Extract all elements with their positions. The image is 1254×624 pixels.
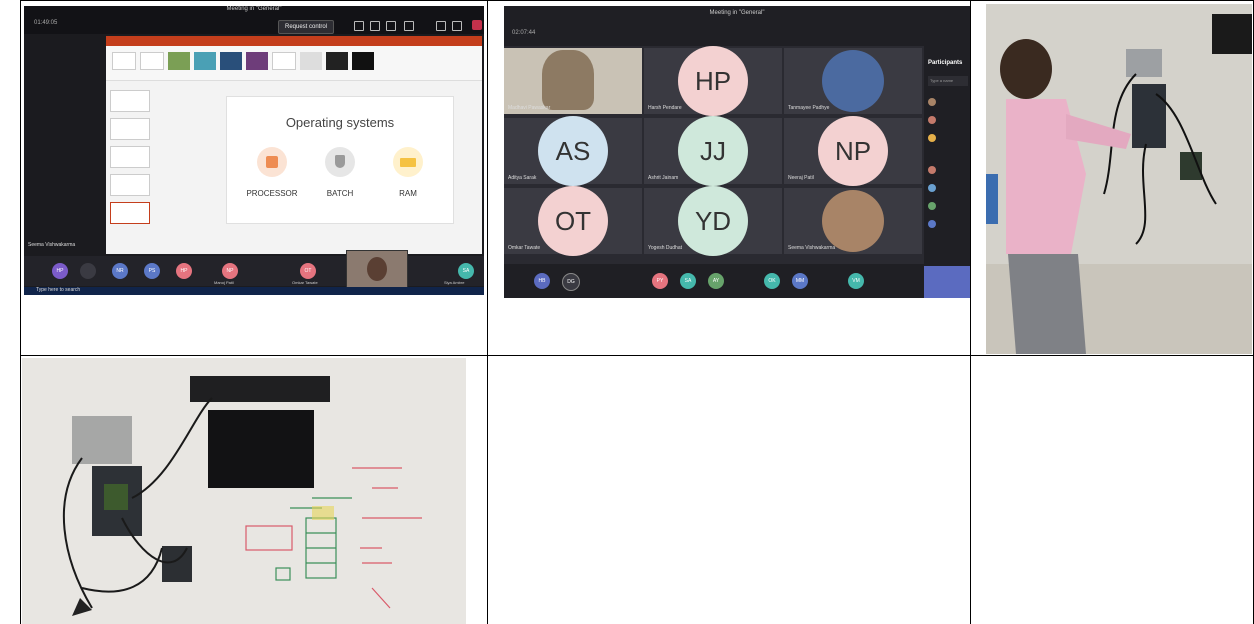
chat-icon[interactable] [370,21,380,31]
processor-icon [257,147,287,177]
tile-name: Aditya Sarak [508,175,537,181]
avatar: PY [652,273,668,289]
slide-label: PROCESSOR [246,189,298,198]
tile-name: Omkar Tawate [508,245,541,251]
video-tile: JJ Ashrit Jainam [644,116,782,186]
raise-hand-icon[interactable] [386,21,396,31]
video-tile [346,250,408,288]
initials-avatar: HP [678,46,748,116]
tile-name: Yogesh Dudhat [648,245,683,251]
avatar: NP [222,263,238,279]
participants-panel: Participants Type a name [924,46,970,298]
video-tile: HP Harsh Pendare [644,46,782,116]
avatar: OT [300,263,316,279]
presenter-name: Seema Vishwakarma [28,242,76,248]
grid-line [970,0,971,624]
more-icon[interactable] [404,21,414,31]
meeting-title: Meeting in "General" [226,6,282,12]
video-tile: AS Aditya Sarak [504,116,642,186]
ppt-titlebar [106,36,482,46]
video-tile: NP Neeraj Patil [784,116,922,186]
meeting-toolbar: Meeting in "General" 02:07:44 [504,6,970,46]
tile-name: Madhavi Pawaskar [508,105,551,111]
ppt-ribbon [106,46,482,81]
participants-header: Participants [928,60,963,66]
meeting-timer: 02:07:44 [512,30,536,36]
photo-instructor-at-wall [986,4,1252,354]
tile-name: Ashrit Jainam [648,175,679,181]
camera-icon[interactable] [436,21,446,31]
shield-icon [325,147,355,177]
video-tile: Madhavi Pawaskar [504,48,642,114]
avatar: NR [112,263,128,279]
avatar: SA [680,273,696,289]
initials-avatar: AS [538,116,608,186]
avatar: HB [534,273,550,289]
grid-line [487,0,488,624]
slide-label: RAM [399,189,417,198]
avatar: SA [458,263,474,279]
avatar: MM [792,273,808,289]
tile-name: Siya Ambre [444,280,465,285]
avatar: VM [848,273,864,289]
people-icon[interactable] [354,21,364,31]
participant-photo [822,50,884,112]
initials-avatar: JJ [678,116,748,186]
windows-taskbar [24,287,484,295]
tile-name: Seema Vishwakarma [788,245,836,251]
leave-button[interactable] [472,20,482,30]
ram-icon [393,147,423,177]
tile-name: Omkar Tawate [292,280,318,285]
grid-line [20,0,21,624]
video-tile: OT Omkar Tawate [504,186,642,256]
video-tile: Seema Vishwakarma [784,188,922,254]
teams-gallery-screenshot: Meeting in "General" 02:07:44 Madhavi Pa… [504,6,970,298]
tile-name: Tanmayee Padhye [788,105,830,111]
avatar: PS [144,263,160,279]
tile-name: Manoj Patil [214,280,234,285]
tile-name: Neeraj Patil [788,175,814,181]
participant-photo [542,50,594,110]
request-control-button[interactable]: Request control [278,20,334,34]
initials-avatar: OT [538,186,608,256]
mic-icon[interactable] [452,21,462,31]
grid-line [20,355,1254,356]
teams-screen-share-screenshot: Meeting in "General" 01:49:05 Request co… [24,6,484,295]
photo-whiteboard-setup [22,358,466,624]
initials-avatar: YD [678,186,748,256]
grid-line [20,0,1254,1]
participant-photo [822,190,884,252]
powerpoint-window: Operating systems PROCESSOR BATCH RAM [106,36,482,254]
meeting-toolbar: Meeting in "General" 01:49:05 Request co… [24,6,484,34]
video-tile: YD Yogesh Dudhat [644,186,782,256]
image-grid: Meeting in "General" 01:49:05 Request co… [20,0,1254,624]
participant-search[interactable]: Type a name [928,76,968,86]
avatar: OK [764,273,780,289]
slide-thumbnails [108,84,152,244]
video-tile: Tanmayee Padhye [784,48,922,114]
current-slide: Operating systems PROCESSOR BATCH RAM [226,96,454,224]
initials-avatar: NP [818,116,888,186]
avatar: AY [708,273,724,289]
tile-name: Harsh Pendare [648,105,682,111]
meeting-timer: 01:49:05 [34,20,58,26]
slide-title: Operating systems [285,115,395,130]
avatar: HP [176,263,192,279]
slide-label: BATCH [326,189,354,198]
taskbar-search[interactable]: Type here to search [36,287,80,293]
avatar: DG [562,273,580,291]
avatar [80,263,96,279]
meeting-title: Meeting in "General" [709,10,765,16]
avatar: HP [52,263,68,279]
